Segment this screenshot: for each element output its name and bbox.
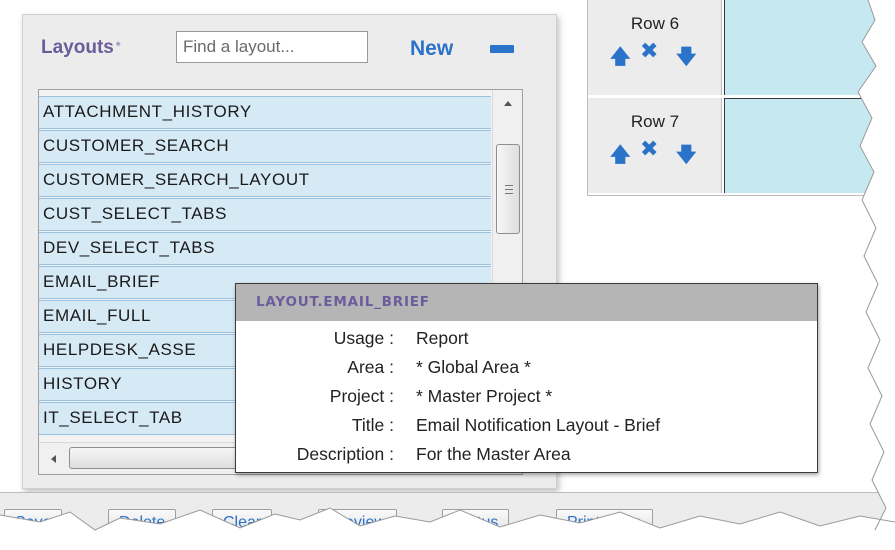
tooltip-title: LAYOUT.EMAIL_BRIEF	[236, 284, 817, 321]
rows-panel: Row 6 🡅 ✖ 🡇 Row 7 🡅 ✖ 🡇	[587, 0, 895, 196]
tooltip-field-value: * Global Area *	[416, 357, 531, 377]
status-button[interactable]: Status	[442, 509, 510, 539]
layout-list-item[interactable]: ATTACHMENT_HISTORY	[39, 96, 491, 129]
tooltip-field-value: Email Notification Layout - Brief	[416, 415, 661, 435]
layout-info-tooltip: LAYOUT.EMAIL_BRIEF Usage : Report Area : * …	[235, 283, 818, 473]
tooltip-field-value: Report	[416, 328, 469, 348]
layouts-label-text: Layouts	[41, 37, 114, 58]
delete-button[interactable]: Delete	[108, 509, 177, 539]
tooltip-field-value: * Master Project *	[416, 386, 553, 406]
find-layout-input[interactable]	[176, 31, 368, 63]
delete-row-icon[interactable]: ✖	[640, 39, 658, 64]
layout-list-item[interactable]: CUST_SELECT_TABS	[39, 198, 491, 231]
row-cell-6: Row 6 🡅 ✖ 🡇	[588, 0, 722, 95]
preview-button[interactable]: Preview	[318, 509, 397, 539]
layout-list-item[interactable]: DEV_SELECT_TABS	[39, 232, 491, 265]
move-up-icon[interactable]: 🡅	[610, 140, 631, 174]
tooltip-field-key: Usage :	[333, 328, 394, 348]
vertical-scroll-thumb[interactable]	[496, 144, 520, 234]
tooltip-field-row: Description : For the Master Area	[236, 444, 819, 473]
row-controls: 🡅 ✖ 🡇	[610, 39, 700, 68]
layout-list-item[interactable]: CUSTOMER_SEARCH	[39, 130, 491, 163]
scroll-left-arrow-icon[interactable]	[51, 455, 56, 463]
row-controls: 🡅 ✖ 🡇	[610, 137, 700, 166]
tooltip-field-row: Title : Email Notification Layout - Brief	[236, 415, 819, 444]
clear-button[interactable]: Clear	[212, 509, 273, 539]
save-button[interactable]: Save	[4, 509, 63, 539]
row-label: Row 6	[630, 14, 680, 33]
move-up-icon[interactable]: 🡅	[610, 42, 631, 76]
tooltip-field-row: Area : * Global Area *	[236, 357, 819, 386]
tooltip-field-value: For the Master Area	[416, 444, 571, 464]
scroll-up-arrow-icon[interactable]	[504, 101, 512, 106]
tooltip-field-key: Area :	[347, 357, 394, 377]
tooltip-field-row: Project : * Master Project *	[236, 386, 819, 415]
move-down-icon[interactable]: 🡇	[676, 42, 697, 76]
tooltip-field-key: Description :	[296, 444, 394, 464]
layout-list-item[interactable]: CUSTOMER_SEARCH_LAYOUT	[39, 164, 491, 197]
print-page-button[interactable]: Print Page	[556, 509, 653, 539]
grip-line	[505, 185, 513, 186]
tooltip-details: Usage : Report Area : * Global Area * Projec…	[236, 328, 819, 473]
row-label: Row 7	[630, 112, 680, 131]
tooltip-field-key: Project :	[329, 386, 394, 406]
row-cell-7: Row 7 🡅 ✖ 🡇	[588, 98, 722, 193]
bottom-toolbar: Save Delete Clear Preview Status Print P…	[0, 492, 895, 550]
tooltip-field-row: Usage : Report	[236, 328, 819, 357]
horizontal-scroll-thumb[interactable]	[69, 447, 244, 469]
layouts-label: Layouts *	[41, 37, 121, 59]
new-layout-button[interactable]: New	[410, 37, 453, 61]
move-down-icon[interactable]: 🡇	[676, 140, 697, 174]
tooltip-field-key: Title :	[351, 415, 394, 435]
remove-layout-icon[interactable]	[490, 45, 514, 53]
row-7-content[interactable]	[724, 98, 895, 193]
grip-line	[505, 189, 513, 190]
delete-row-icon[interactable]: ✖	[640, 137, 658, 162]
grip-line	[505, 193, 513, 194]
screen: Layouts* New ATTACHMENT_HISTORYCUSTOMER_…	[0, 0, 895, 550]
required-marker: *	[115, 39, 121, 53]
row-6-content[interactable]	[724, 0, 895, 95]
